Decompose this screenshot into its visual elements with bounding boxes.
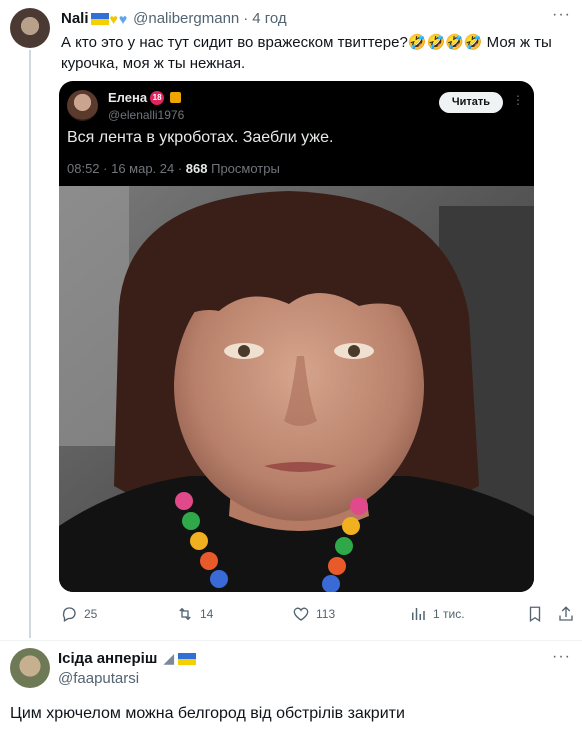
views-button[interactable]: 1 тис.: [409, 605, 465, 623]
reply-handle-row: @faaputarsi: [58, 670, 139, 687]
like-icon: [293, 607, 309, 621]
bookmark-icon: [529, 606, 541, 623]
bookmark-button[interactable]: [526, 605, 544, 623]
quoted-tweet-time: 08:52 · 16 мар. 24 ·: [67, 161, 186, 176]
tweet-text: А кто это у нас тут сидит во вражеском т…: [61, 34, 552, 72]
like-button[interactable]: 113: [292, 605, 335, 623]
ukraine-flag-icon: [178, 652, 197, 665]
quoted-tweet-views-label: Просмотры: [207, 161, 280, 176]
share-button[interactable]: [557, 605, 575, 623]
author-name[interactable]: Nali: [61, 10, 89, 27]
reply-text: Цим хрючелом можна белгород від обстрілі…: [10, 705, 405, 722]
author-handle[interactable]: @nalibergmann: [133, 10, 239, 27]
reply-header: Ісіда анперіш ◢: [58, 650, 197, 667]
quoted-author-avatar[interactable]: [67, 90, 98, 121]
quoted-tweet-text: Вся лента в укроботах. Заебли уже.: [67, 129, 334, 146]
quoted-author-handle[interactable]: @elenalli1976: [108, 108, 184, 122]
age-badge: 18: [150, 90, 165, 105]
quoted-author-name-row: Елена 18: [108, 90, 182, 105]
like-count: 113: [316, 607, 336, 621]
author-avatar[interactable]: [10, 8, 50, 48]
blue-heart-icon: ♥: [118, 10, 128, 27]
quoted-tweet-photo[interactable]: [59, 186, 534, 592]
reply-button[interactable]: 25: [60, 605, 97, 623]
verified-org-icon: [170, 92, 182, 103]
reply-more-icon[interactable]: ···: [552, 648, 571, 666]
quoted-more-icon[interactable]: ⋮: [512, 93, 524, 107]
portrait-image: [59, 186, 534, 592]
quoted-tweet[interactable]: Елена 18 @elenalli1976 Читать ⋮ Вся лент…: [59, 81, 534, 592]
reply-icon: [62, 607, 76, 622]
tweet-header: Nali ♥ ♥ @nalibergmann · 4 год: [61, 10, 287, 27]
quoted-tweet-views-count: 868: [185, 161, 208, 176]
ukraine-flag-icon: [90, 12, 109, 25]
follow-button[interactable]: Читать: [439, 92, 503, 113]
tweet-actions: 25 14 113 1 тис.: [0, 602, 582, 626]
repost-count: 14: [200, 607, 214, 621]
post-time[interactable]: 4 год: [252, 10, 286, 27]
reply-author-avatar[interactable]: [10, 648, 50, 688]
quoted-author-name[interactable]: Елена: [108, 90, 147, 105]
repost-icon: [179, 607, 191, 621]
repost-button[interactable]: 14: [176, 605, 213, 623]
views-count: 1 тис.: [433, 607, 465, 621]
more-icon[interactable]: ···: [552, 6, 571, 24]
reply-count: 25: [84, 607, 98, 621]
yellow-heart-icon: ♥: [109, 10, 118, 27]
reply-author-handle[interactable]: @faaputarsi: [58, 670, 139, 687]
views-icon: [412, 608, 425, 620]
share-icon: [559, 606, 573, 621]
reply-author-name[interactable]: Ісіда анперіш: [58, 650, 157, 667]
separator-dot: ·: [243, 10, 249, 27]
shark-icon: ◢: [163, 650, 175, 666]
divider: [0, 640, 582, 641]
thread-line: [29, 50, 31, 638]
quoted-tweet-meta: 08:52 · 16 мар. 24 · 868 Просмотры: [67, 161, 280, 176]
